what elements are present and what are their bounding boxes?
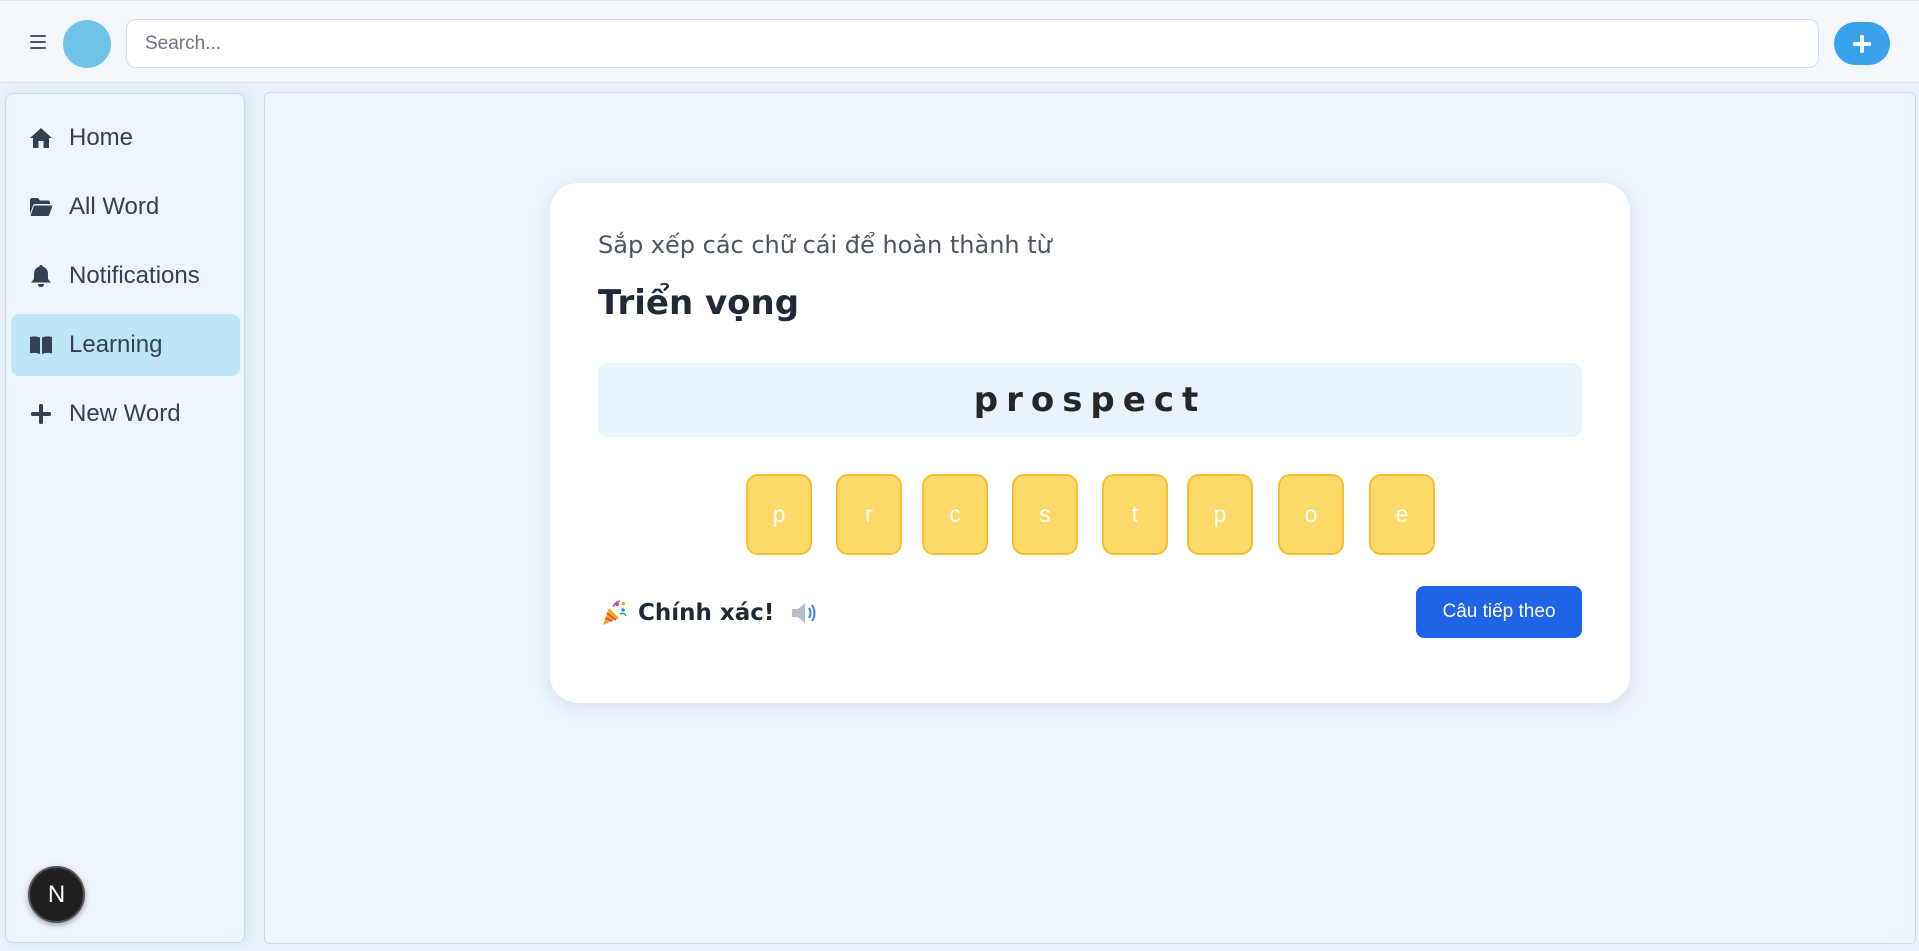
result-message: Chính xác! (600, 599, 820, 627)
party-popper-icon (603, 600, 627, 625)
sidebar: Home All Word Notifications Learning New… (5, 93, 245, 943)
tile-letter: c (949, 501, 961, 527)
folder-open-icon (29, 195, 53, 219)
sidebar-item-notifications[interactable]: Notifications (11, 245, 240, 307)
sidebar-item-label: Home (69, 124, 134, 151)
sidebar-item-label: Notifications (69, 262, 200, 289)
home-icon (29, 126, 53, 150)
sidebar-item-all-word[interactable]: All Word (11, 176, 240, 238)
sidebar-item-home[interactable]: Home (11, 107, 240, 169)
tile-letter: r (865, 501, 873, 527)
letter-tile[interactable]: s (1012, 474, 1078, 555)
instruction-text: Sắp xếp các chữ cái để hoàn thành từ (598, 231, 1052, 259)
letter-tile[interactable]: p (1187, 474, 1253, 555)
exercise-card: Sắp xếp các chữ cái để hoàn thành từ Tri… (550, 183, 1630, 703)
sidebar-item-new-word[interactable]: New Word (11, 383, 240, 445)
add-button[interactable] (1834, 22, 1890, 65)
next-question-button[interactable]: Câu tiếp theo (1416, 586, 1582, 638)
badge-letter: N (47, 880, 66, 908)
letter-tile[interactable]: r (836, 474, 902, 555)
hamburger-menu-icon[interactable] (30, 35, 46, 49)
plus-icon (29, 402, 53, 426)
letter-tile[interactable]: c (922, 474, 988, 555)
nextjs-dev-badge[interactable]: N (28, 866, 85, 923)
letter-tile[interactable]: t (1102, 474, 1168, 555)
speaker-icon[interactable] (790, 600, 820, 626)
bell-icon (29, 264, 53, 288)
tile-letter: p (1213, 501, 1227, 527)
answer-box: prospect (598, 363, 1582, 437)
letter-tile[interactable]: o (1278, 474, 1344, 555)
letter-tile[interactable]: e (1369, 474, 1435, 555)
word-meaning: Triển vọng (598, 283, 800, 323)
search-input[interactable] (126, 19, 1819, 68)
letter-tile[interactable]: p (746, 474, 812, 555)
plus-icon (1853, 35, 1871, 53)
sidebar-item-learning[interactable]: Learning (11, 314, 240, 376)
answer-word: prospect (973, 380, 1207, 420)
top-bar (0, 0, 1919, 83)
tile-letter: p (772, 501, 786, 527)
tile-letter: t (1131, 501, 1139, 527)
sidebar-item-label: All Word (69, 193, 160, 220)
book-open-icon (29, 333, 53, 357)
main-content: Sắp xếp các chữ cái để hoàn thành từ Tri… (264, 92, 1916, 944)
tile-letter: e (1395, 501, 1409, 527)
tile-letter: s (1039, 501, 1051, 527)
sidebar-item-label: New Word (69, 400, 181, 427)
tile-letter: o (1304, 501, 1318, 527)
result-text: Chính xác! (638, 600, 775, 626)
sidebar-item-label: Learning (69, 331, 163, 358)
avatar[interactable] (63, 20, 111, 68)
